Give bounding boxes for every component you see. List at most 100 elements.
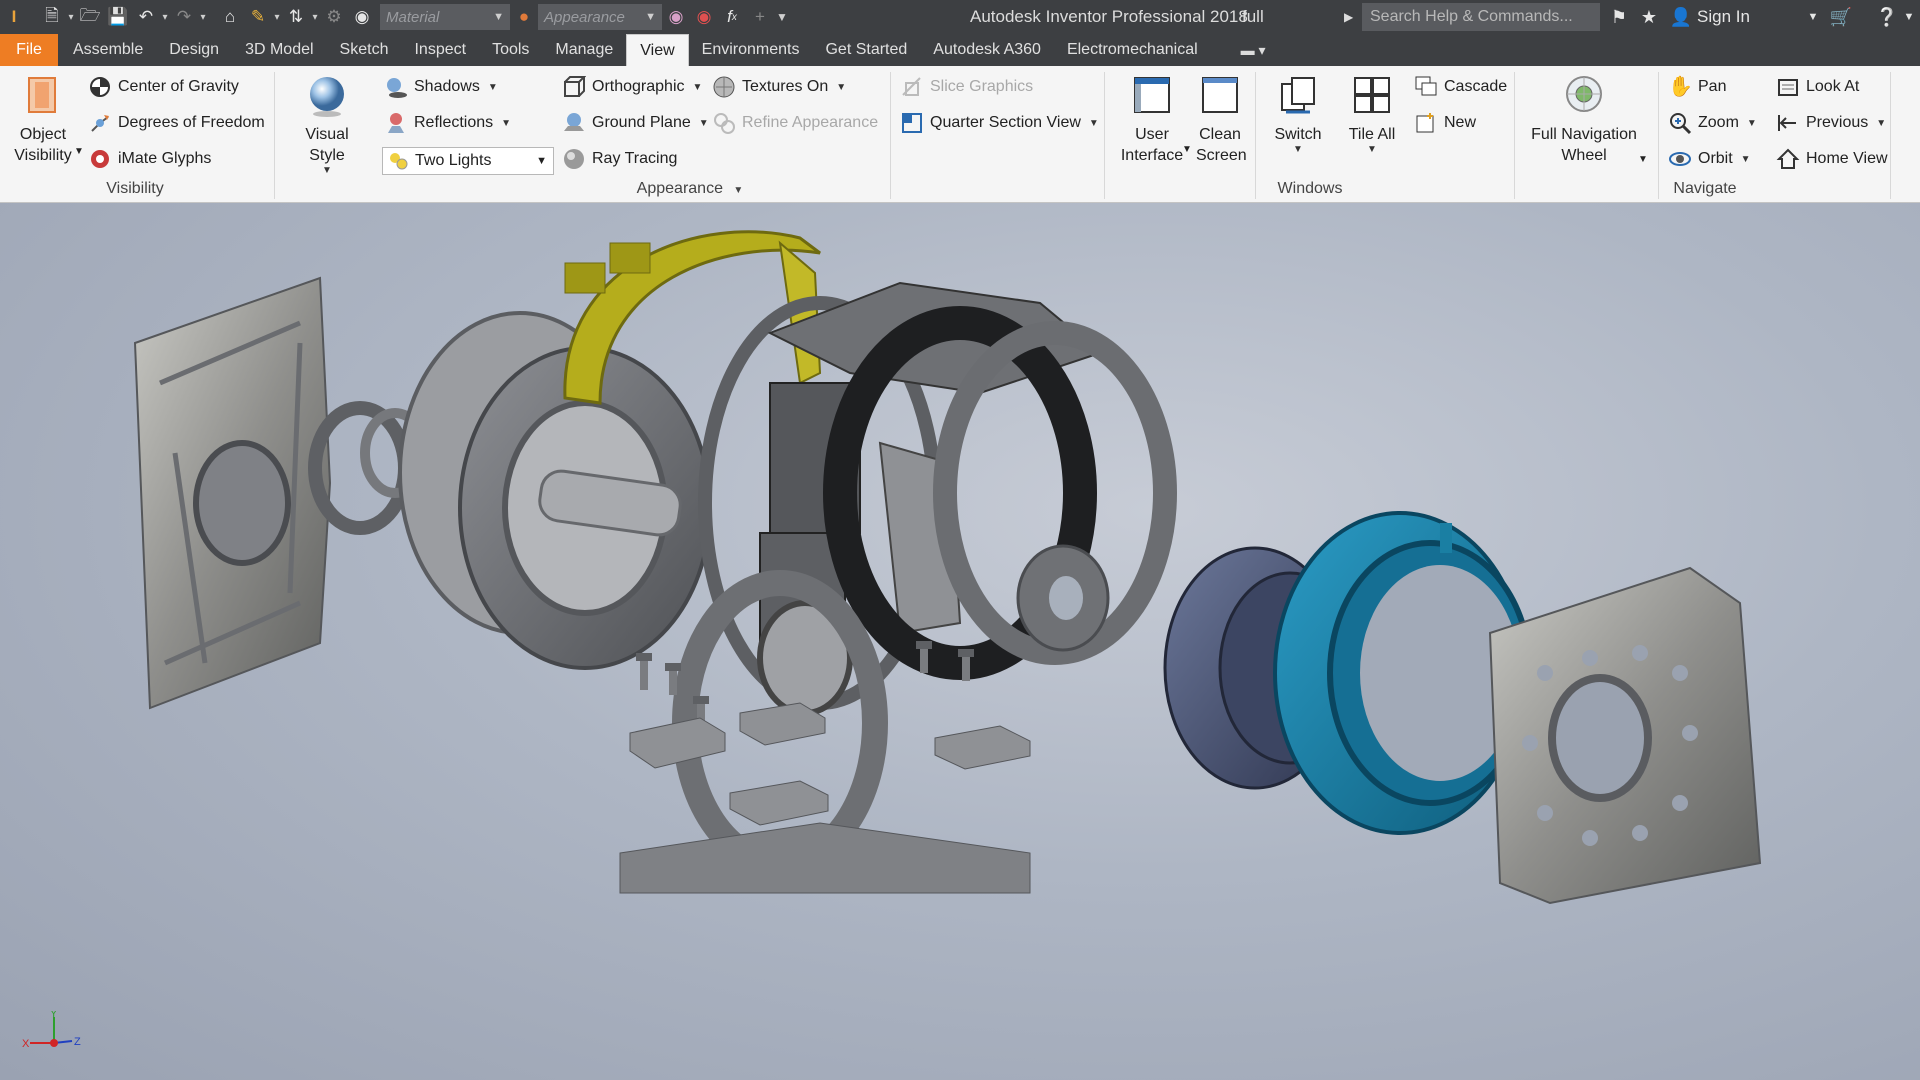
- cart-icon[interactable]: 🛒: [1826, 0, 1856, 34]
- visual-style-button[interactable]: Visual Style ▼: [286, 74, 368, 176]
- search-input[interactable]: Search Help & Commands...: [1362, 3, 1600, 31]
- tab-file[interactable]: File: [0, 34, 58, 66]
- user-icon[interactable]: 👤: [1668, 0, 1694, 34]
- sign-in-button[interactable]: Sign In: [1697, 0, 1750, 34]
- select-icon[interactable]: ✎: [244, 3, 272, 31]
- tab-electromechanical[interactable]: Electromechanical: [1054, 34, 1211, 66]
- clear-appearance-icon[interactable]: ◉: [690, 3, 718, 31]
- appearance-dropdown[interactable]: Appearance ▼: [538, 4, 662, 30]
- left-housing-plate[interactable]: [133, 276, 332, 710]
- open-file-icon[interactable]: 🗁: [76, 3, 104, 31]
- ray-tracing-button[interactable]: Ray Tracing: [562, 144, 677, 174]
- exploded-assembly-model[interactable]: [0, 203, 1920, 1080]
- adjust-appearance-icon[interactable]: ◉: [662, 3, 690, 31]
- graphics-viewport[interactable]: X Y Z: [0, 203, 1920, 1080]
- material-placeholder: Material: [386, 8, 440, 26]
- textures-on-button[interactable]: Textures On ▼: [712, 72, 846, 102]
- refine-appearance-button[interactable]: Refine Appearance: [712, 108, 878, 138]
- tab-get-started[interactable]: Get Started: [812, 34, 920, 66]
- clean-screen-button[interactable]: Clean Screen: [1196, 74, 1247, 166]
- customize-qat-icon[interactable]: ▼: [774, 10, 790, 24]
- chevron-down-icon: ▼: [1088, 117, 1099, 129]
- tab-assemble[interactable]: Assemble: [58, 34, 156, 66]
- chevron-down-icon: ▼: [1876, 117, 1887, 129]
- favorites-star-icon[interactable]: ★: [1634, 0, 1664, 34]
- orthographic-button[interactable]: Orthographic ▼: [562, 72, 702, 102]
- chevron-down-icon: ▼: [536, 155, 547, 167]
- ground-plane-icon: [562, 111, 586, 135]
- reflections-button[interactable]: Reflections ▼: [384, 108, 511, 138]
- panel-label-appearance[interactable]: Appearance ▼: [620, 179, 760, 199]
- binoculars-icon[interactable]: ⚑: [1604, 0, 1634, 34]
- full-nav-wheel-label-2: Wheel: [1561, 147, 1607, 164]
- rotor-drum[interactable]: [398, 311, 712, 670]
- full-nav-wheel-dropdown[interactable]: ▼: [1638, 144, 1648, 174]
- tab-3d-model[interactable]: 3D Model: [232, 34, 326, 66]
- tab-view[interactable]: View: [626, 34, 689, 66]
- chevron-down-icon[interactable]: ▾: [198, 12, 208, 23]
- chevron-down-icon[interactable]: ▾: [66, 12, 76, 23]
- chevron-down-icon[interactable]: ▾: [160, 12, 170, 23]
- ray-tracing-icon: [562, 147, 586, 171]
- chevron-down-icon[interactable]: ▾: [310, 12, 320, 23]
- imate-glyphs-button[interactable]: iMate Glyphs: [88, 144, 211, 174]
- look-at-button[interactable]: Look At: [1776, 72, 1859, 102]
- shadows-button[interactable]: Shadows ▼: [384, 72, 498, 102]
- inventor-logo-icon[interactable]: I: [0, 3, 28, 31]
- tab-manage[interactable]: Manage: [542, 34, 626, 66]
- iproperties-icon[interactable]: ⚙: [320, 3, 348, 31]
- look-at-icon: [1776, 75, 1800, 99]
- new-file-icon[interactable]: 🗎: [38, 3, 66, 31]
- right-housing-plate[interactable]: [1488, 566, 1762, 905]
- undo-icon[interactable]: ↶: [132, 3, 160, 31]
- home-icon[interactable]: ⌂: [216, 3, 244, 31]
- ribbon-display-toggle-icon[interactable]: ▬ ▾: [1211, 34, 1266, 66]
- material-dropdown[interactable]: Material ▼: [380, 4, 510, 30]
- chevron-down-icon[interactable]: ▼: [1806, 0, 1820, 34]
- tab-autodesk-a360[interactable]: Autodesk A360: [920, 34, 1054, 66]
- previous-view-button[interactable]: Previous ▼: [1776, 108, 1886, 138]
- title-bar: I 🗎 ▾ 🗁 💾 ↶ ▾ ↷ ▾ ⌂ ✎ ▾ ⇅ ▾ ⚙ ◉ Material…: [0, 0, 1920, 34]
- tab-tools[interactable]: Tools: [479, 34, 542, 66]
- user-interface-button[interactable]: User Interface: [1112, 74, 1192, 166]
- tab-inspect[interactable]: Inspect: [401, 34, 479, 66]
- object-visibility-button[interactable]: Object Visibility: [12, 74, 74, 166]
- appearance-placeholder: Appearance: [544, 8, 625, 26]
- cascade-button[interactable]: Cascade: [1414, 72, 1507, 102]
- render-icon[interactable]: ◉: [348, 3, 376, 31]
- chevron-down-icon[interactable]: ▾: [272, 12, 282, 23]
- tab-sketch[interactable]: Sketch: [327, 34, 402, 66]
- object-visibility-dropdown[interactable]: ▼: [74, 136, 84, 166]
- help-icon[interactable]: ❔: [1872, 0, 1902, 34]
- redo-icon[interactable]: ↷: [170, 3, 198, 31]
- quarter-section-view-button[interactable]: Quarter Section View ▼: [900, 108, 1099, 138]
- ground-plane-button[interactable]: Ground Plane ▼: [562, 108, 709, 138]
- center-of-gravity-button[interactable]: Center of Gravity: [88, 72, 239, 102]
- pan-button[interactable]: ✋ Pan: [1668, 72, 1726, 102]
- update-icon[interactable]: ⇅: [282, 3, 310, 31]
- chevron-down-icon[interactable]: ▼: [1902, 0, 1916, 34]
- plus-icon[interactable]: +: [746, 3, 774, 31]
- switch-button[interactable]: Switch ▼: [1264, 74, 1332, 155]
- zoom-button[interactable]: Zoom ▼: [1668, 108, 1757, 138]
- orbit-button[interactable]: Orbit ▼: [1668, 144, 1751, 174]
- home-view-button[interactable]: Home View: [1776, 144, 1888, 174]
- object-visibility-icon: [23, 74, 63, 118]
- look-at-label: Look At: [1806, 78, 1860, 95]
- slice-graphics-button[interactable]: Slice Graphics: [900, 72, 1033, 102]
- new-window-button[interactable]: New: [1414, 108, 1476, 138]
- appearance-ball-icon[interactable]: ●: [510, 3, 538, 31]
- small-washer[interactable]: [1016, 544, 1110, 652]
- tile-all-button[interactable]: Tile All ▼: [1338, 74, 1406, 155]
- save-icon[interactable]: 💾: [104, 3, 132, 31]
- tab-environments[interactable]: Environments: [689, 34, 813, 66]
- quarter-section-icon: [900, 111, 924, 135]
- user-interface-dropdown[interactable]: ▼: [1182, 134, 1192, 164]
- full-navigation-wheel-button[interactable]: Full Navigation Wheel: [1522, 74, 1646, 166]
- tab-design[interactable]: Design: [156, 34, 232, 66]
- degrees-of-freedom-button[interactable]: Degrees of Freedom: [88, 108, 265, 138]
- search-expand-icon[interactable]: ▶: [1344, 0, 1353, 34]
- parameters-icon[interactable]: fx: [718, 3, 746, 31]
- lighting-style-dropdown[interactable]: Two Lights ▼: [382, 147, 554, 175]
- mounting-blocks[interactable]: [619, 702, 1031, 894]
